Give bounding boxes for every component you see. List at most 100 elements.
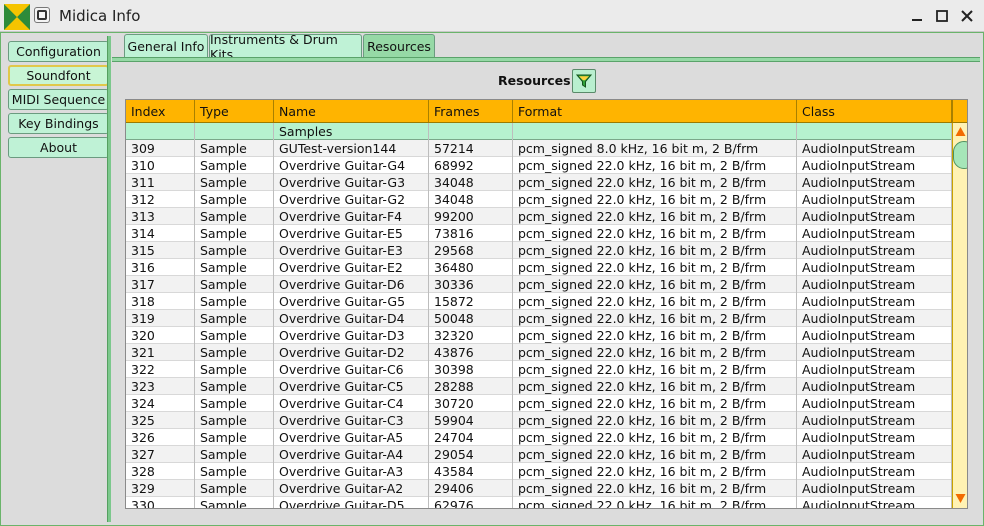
scrollbar-thumb[interactable] <box>953 141 967 169</box>
column-header-type[interactable]: Type <box>195 100 274 122</box>
cell-type: Sample <box>195 259 274 276</box>
column-header-name[interactable]: Name <box>274 100 429 122</box>
cell-frames: 59904 <box>429 412 513 429</box>
cell-format: pcm_signed 22.0 kHz, 16 bit m, 2 B/frm <box>513 497 797 508</box>
table-row[interactable]: 327 Sample Overdrive Guitar-A4 29054 pcm_sig… <box>126 446 952 463</box>
cell-index: 330 <box>126 497 195 508</box>
table-row[interactable]: 321 Sample Overdrive Guitar-D2 43876 pcm_sig… <box>126 344 952 361</box>
cell-index: 324 <box>126 395 195 412</box>
tab-general-info[interactable]: General Info <box>124 34 208 58</box>
arrow-down-icon[interactable] <box>955 493 966 504</box>
cell-type: Sample <box>195 429 274 446</box>
vertical-scrollbar[interactable] <box>952 123 967 508</box>
table-row[interactable]: 316 Sample Overdrive Guitar-E2 36480 pcm_sig… <box>126 259 952 276</box>
column-header-format[interactable]: Format <box>513 100 797 122</box>
table-row[interactable]: 310 Sample Overdrive Guitar-G4 68992 pcm_sig… <box>126 157 952 174</box>
table-row[interactable]: 311 Sample Overdrive Guitar-G3 34048 pcm_sig… <box>126 174 952 191</box>
cell-name: Overdrive Guitar-D4 <box>274 310 429 327</box>
cell-class: AudioInputStream <box>797 361 952 378</box>
sidebar-item-midi-sequence[interactable]: MIDI Sequence <box>8 89 109 110</box>
group-row-samples[interactable]: Samples <box>126 123 952 140</box>
cell-index: 325 <box>126 412 195 429</box>
cell-type: Sample <box>195 395 274 412</box>
cell-frames: 62976 <box>429 497 513 508</box>
minimize-icon <box>912 19 922 21</box>
tab-instruments-drum-kits[interactable]: Instruments & Drum Kits <box>209 32 362 62</box>
cell-format: pcm_signed 22.0 kHz, 16 bit m, 2 B/frm <box>513 208 797 225</box>
group-cell <box>513 123 797 140</box>
cell-frames: 43876 <box>429 344 513 361</box>
group-cell <box>797 123 952 140</box>
table-row[interactable]: 329 Sample Overdrive Guitar-A2 29406 pcm_sig… <box>126 480 952 497</box>
maximize-button[interactable] <box>931 5 953 27</box>
table-row[interactable]: 312 Sample Overdrive Guitar-G2 34048 pcm_sig… <box>126 191 952 208</box>
table-row[interactable]: 318 Sample Overdrive Guitar-G5 15872 pcm_sig… <box>126 293 952 310</box>
table-row[interactable]: 319 Sample Overdrive Guitar-D4 50048 pcm_sig… <box>126 310 952 327</box>
window-title: Midica Info <box>59 7 141 25</box>
cell-type: Sample <box>195 327 274 344</box>
cell-name: Overdrive Guitar-D2 <box>274 344 429 361</box>
cell-class: AudioInputStream <box>797 497 952 508</box>
table-row[interactable]: 322 Sample Overdrive Guitar-C6 30398 pcm_sig… <box>126 361 952 378</box>
arrow-up-icon[interactable] <box>955 126 966 137</box>
filter-button[interactable] <box>572 69 596 93</box>
cell-format: pcm_signed 22.0 kHz, 16 bit m, 2 B/frm <box>513 327 797 344</box>
cell-format: pcm_signed 22.0 kHz, 16 bit m, 2 B/frm <box>513 412 797 429</box>
cell-class: AudioInputStream <box>797 293 952 310</box>
sidebar-item-about[interactable]: About <box>8 137 109 158</box>
cell-index: 312 <box>126 191 195 208</box>
cell-type: Sample <box>195 412 274 429</box>
cell-name: Overdrive Guitar-D5 <box>274 497 429 508</box>
cell-frames: 29054 <box>429 446 513 463</box>
table-row[interactable]: 323 Sample Overdrive Guitar-C5 28288 pcm_sig… <box>126 378 952 395</box>
cell-type: Sample <box>195 191 274 208</box>
table-row[interactable]: 326 Sample Overdrive Guitar-A5 24704 pcm_sig… <box>126 429 952 446</box>
midica-logo-icon <box>4 4 30 30</box>
cell-format: pcm_signed 22.0 kHz, 16 bit m, 2 B/frm <box>513 276 797 293</box>
sidebar-item-key-bindings[interactable]: Key Bindings <box>8 113 109 134</box>
table-row[interactable]: 315 Sample Overdrive Guitar-E3 29568 pcm_sig… <box>126 242 952 259</box>
table-row[interactable]: 324 Sample Overdrive Guitar-C4 30720 pcm_sig… <box>126 395 952 412</box>
cell-format: pcm_signed 22.0 kHz, 16 bit m, 2 B/frm <box>513 259 797 276</box>
cell-class: AudioInputStream <box>797 429 952 446</box>
cell-index: 319 <box>126 310 195 327</box>
cell-type: Sample <box>195 497 274 508</box>
cell-frames: 28288 <box>429 378 513 395</box>
cell-class: AudioInputStream <box>797 310 952 327</box>
cell-frames: 29406 <box>429 480 513 497</box>
table-row[interactable]: 313 Sample Overdrive Guitar-F4 99200 pcm_sig… <box>126 208 952 225</box>
column-header-index[interactable]: Index <box>126 100 195 122</box>
cell-name: Overdrive Guitar-A4 <box>274 446 429 463</box>
cell-frames: 29568 <box>429 242 513 259</box>
cell-index: 322 <box>126 361 195 378</box>
window-menu-icon[interactable] <box>34 7 50 23</box>
cell-index: 314 <box>126 225 195 242</box>
cell-type: Sample <box>195 208 274 225</box>
sidebar-item-configuration[interactable]: Configuration <box>8 41 109 62</box>
scrollbar-corner <box>952 100 967 123</box>
table-row[interactable]: 309 Sample GUTest-version144 57214 pcm_signe… <box>126 140 952 157</box>
cell-name: Overdrive Guitar-E5 <box>274 225 429 242</box>
table-header: Index Type Name Frames Format Class <box>126 100 952 123</box>
column-header-frames[interactable]: Frames <box>429 100 513 122</box>
cell-type: Sample <box>195 157 274 174</box>
table-row[interactable]: 325 Sample Overdrive Guitar-C3 59904 pcm_sig… <box>126 412 952 429</box>
cell-index: 321 <box>126 344 195 361</box>
table-row[interactable]: 330 Sample Overdrive Guitar-D5 62976 pcm_sig… <box>126 497 952 508</box>
cell-index: 328 <box>126 463 195 480</box>
tab-resources[interactable]: Resources <box>363 34 435 58</box>
cell-name: Overdrive Guitar-C4 <box>274 395 429 412</box>
cell-type: Sample <box>195 361 274 378</box>
cell-frames: 30720 <box>429 395 513 412</box>
close-button[interactable] <box>956 5 978 27</box>
minimize-button[interactable] <box>906 5 928 27</box>
table-row[interactable]: 328 Sample Overdrive Guitar-A3 43584 pcm_sig… <box>126 463 952 480</box>
filter-icon <box>576 74 592 88</box>
cell-index: 318 <box>126 293 195 310</box>
cell-frames: 32320 <box>429 327 513 344</box>
column-header-class[interactable]: Class <box>797 100 952 122</box>
table-row[interactable]: 317 Sample Overdrive Guitar-D6 30336 pcm_sig… <box>126 276 952 293</box>
table-row[interactable]: 314 Sample Overdrive Guitar-E5 73816 pcm_sig… <box>126 225 952 242</box>
table-row[interactable]: 320 Sample Overdrive Guitar-D3 32320 pcm_sig… <box>126 327 952 344</box>
sidebar-item-soundfont[interactable]: Soundfont <box>8 65 109 86</box>
